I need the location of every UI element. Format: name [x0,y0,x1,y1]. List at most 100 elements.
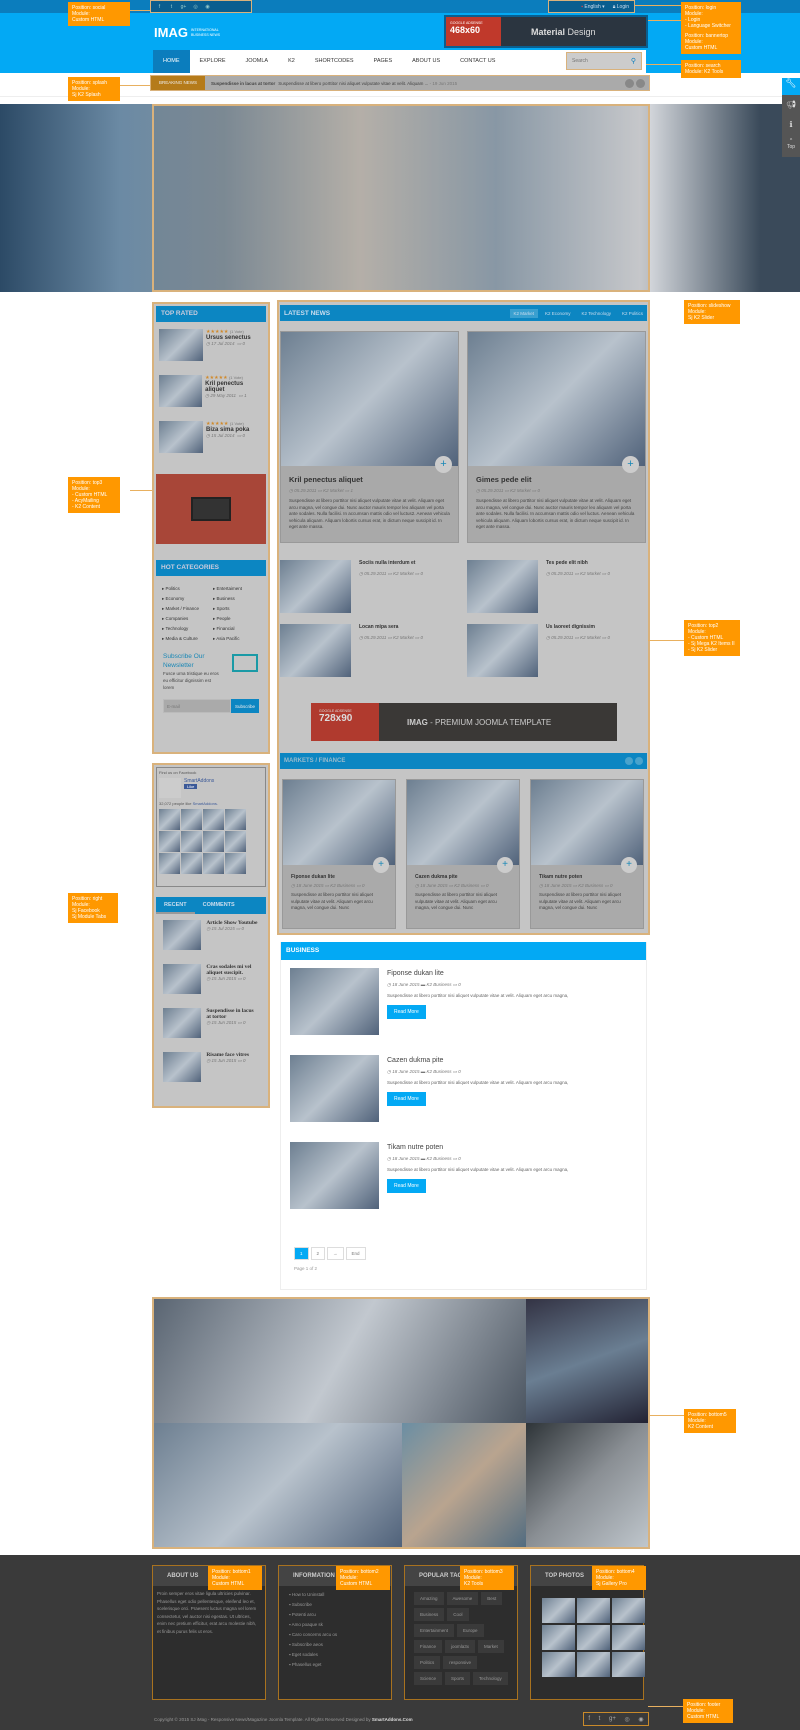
tag-link[interactable]: Sports [445,1672,471,1685]
info-link[interactable]: ▪ Subscribe [289,1600,381,1610]
fan-avatar[interactable] [225,853,246,874]
top-rated-item[interactable]: ★★★★★ (1 Vote) Biza sima poka ◷ 15 Jul 201… [154,416,268,462]
tag-link[interactable]: Amazing [414,1592,444,1605]
small-article[interactable]: Sociis nulla interdum et ◷ 05.29.2011 ▭ K… [280,560,423,613]
fan-avatar[interactable] [159,831,180,852]
twitter-icon[interactable]: t [167,4,176,10]
facebook-icon[interactable]: f [588,1716,590,1722]
page-link[interactable]: 1 [294,1247,309,1260]
tag-link[interactable]: Entertainment [414,1624,455,1637]
article-title[interactable]: Fiponse dukan lite [291,874,387,880]
fan-avatar[interactable] [203,809,224,830]
tag-link[interactable]: Science [414,1672,443,1685]
tag-link[interactable]: Finance [414,1640,443,1653]
plus-icon[interactable]: + [621,857,637,873]
wrench-icon[interactable]: 🔧︎ [782,78,800,95]
search-input[interactable] [572,58,622,64]
category-link[interactable]: ▸ Asia Pacific [213,634,242,644]
megaphone-icon[interactable]: 📢︎ [782,95,800,115]
back-to-top[interactable]: ^ Top [782,135,800,157]
tab-comments[interactable]: COMMENTS [195,897,243,914]
nav-item-contact-us[interactable]: CONTACT US [450,50,505,73]
top-rated-item[interactable]: ★★★★★ (1 Vote) Ursus senectus ◷ 17 Jul 201… [154,324,268,370]
small-article[interactable]: Locan mipa sera ◷ 05.29.2011 ▭ K2 Market … [280,624,423,677]
category-link[interactable]: ▸ Business [213,594,242,604]
gallery-photo[interactable] [577,1652,610,1677]
plus-icon[interactable]: + [373,857,389,873]
woman-image[interactable] [402,1423,526,1547]
designer-link[interactable]: SmartAddons.Com [372,1717,413,1722]
category-link[interactable]: ▸ Market / Finance [162,604,199,614]
tab-k2-politics[interactable]: K2 Politics [618,309,647,318]
category-link[interactable]: ▸ Technology [162,624,199,634]
tag-link[interactable]: responsive [443,1656,478,1669]
tab-k2-technology[interactable]: K2 Technology [578,309,615,318]
nav-item-about-us[interactable]: ABOUT US [402,50,450,73]
breaking-title[interactable]: Suspendisse in lacus at tortor [211,81,275,86]
fan-avatar[interactable] [181,831,202,852]
article-title[interactable]: Cazen dukma pite [387,1057,568,1064]
language-switcher[interactable]: ▪ English ▾ [581,4,604,10]
tablet-chart-image[interactable] [526,1423,648,1547]
gallery-photo[interactable] [612,1652,645,1677]
info-link[interactable]: ▪ Phasellus eget [289,1660,381,1670]
tag-link[interactable]: Technology [473,1672,508,1685]
like-button[interactable]: Like [184,784,198,789]
category-link[interactable]: ▸ Financial [213,624,242,634]
info-link[interactable]: ▪ Amo poaque sk [289,1620,381,1630]
recent-item[interactable]: Risame face vitres ◷ 15 Jun 2015 ▭ 0 [154,1046,268,1090]
tab-k2-market[interactable]: K2 Market [509,308,539,318]
meeting-image[interactable] [154,1423,402,1547]
article-image[interactable] [468,332,645,466]
article-image[interactable] [531,780,643,865]
article-image[interactable] [283,780,395,865]
category-link[interactable]: ▸ People [213,614,242,624]
rss-icon[interactable]: ◉ [638,1716,643,1723]
article-image[interactable] [407,780,519,865]
small-article[interactable]: Tes pede elit nibh ◷ 05.29.2011 ▭ K2 Mark… [467,560,610,613]
tag-link[interactable]: Market [478,1640,504,1653]
responsive-ad[interactable] [156,474,266,544]
plus-icon[interactable]: + [497,857,513,873]
read-more-button[interactable]: Read More [387,1179,426,1193]
logo[interactable]: IMAG INTERNATIONAL BUSINESS NEWS [154,25,220,40]
nav-item-pages[interactable]: PAGES [364,50,403,73]
ad-728x90[interactable]: GOOGLE ADSENSE 728x90 IMAG - PREMIUM JOOM… [311,703,617,741]
category-link[interactable]: ▸ Economy [162,594,199,604]
fan-avatar[interactable] [203,853,224,874]
fan-avatar[interactable] [225,831,246,852]
dribbble-icon[interactable]: ◎ [624,1716,629,1723]
read-more-button[interactable]: Read More [387,1005,426,1019]
gallery-photo[interactable] [612,1598,645,1623]
tag-link[interactable]: Awesome [446,1592,479,1605]
twitter-icon[interactable]: t [599,1716,601,1722]
dribbble-icon[interactable]: ◎ [191,4,200,10]
building-image[interactable] [526,1299,648,1423]
subscribe-button[interactable]: Subscribe [231,699,259,713]
facebook-icon[interactable]: f [155,4,164,10]
category-link[interactable]: ▸ Sports [213,604,242,614]
fan-avatar[interactable] [159,853,180,874]
gallery-photo[interactable] [577,1598,610,1623]
category-link[interactable]: ▸ Politics [162,584,199,594]
prev-icon[interactable] [625,757,633,765]
rss-icon[interactable]: ◉ [203,4,212,10]
login-link[interactable]: 🔒︎ Login [613,4,629,10]
gallery-photo[interactable] [612,1625,645,1650]
tag-link[interactable]: joomla3x [445,1640,476,1653]
info-link[interactable]: ▪ Potenti arcu [289,1610,381,1620]
nav-item-k2[interactable]: K2 [278,50,305,73]
fan-avatar[interactable] [159,809,180,830]
article-image[interactable] [290,968,379,1035]
gallery-photo[interactable] [577,1625,610,1650]
next-icon[interactable] [636,78,645,88]
top-rated-item[interactable]: ★★★★★ (1 Vote) Kril penectus aliquet ◷ 29 … [154,370,268,416]
tag-link[interactable]: Cool [447,1608,469,1621]
info-link[interactable]: ▪ Caro concerns arcu os [289,1630,381,1640]
search-icon[interactable]: ⚲ [631,57,636,65]
small-article[interactable]: Us laoreet dignissim ◷ 05.29.2011 ▭ K2 Ma… [467,624,610,677]
fan-avatar[interactable] [203,831,224,852]
category-link[interactable]: ▸ Entertaiment [213,584,242,594]
tag-link[interactable]: Politics [414,1656,441,1669]
banner-top-ad[interactable]: GOOGLE ADSENSE 468x60 Material Design [444,15,648,48]
